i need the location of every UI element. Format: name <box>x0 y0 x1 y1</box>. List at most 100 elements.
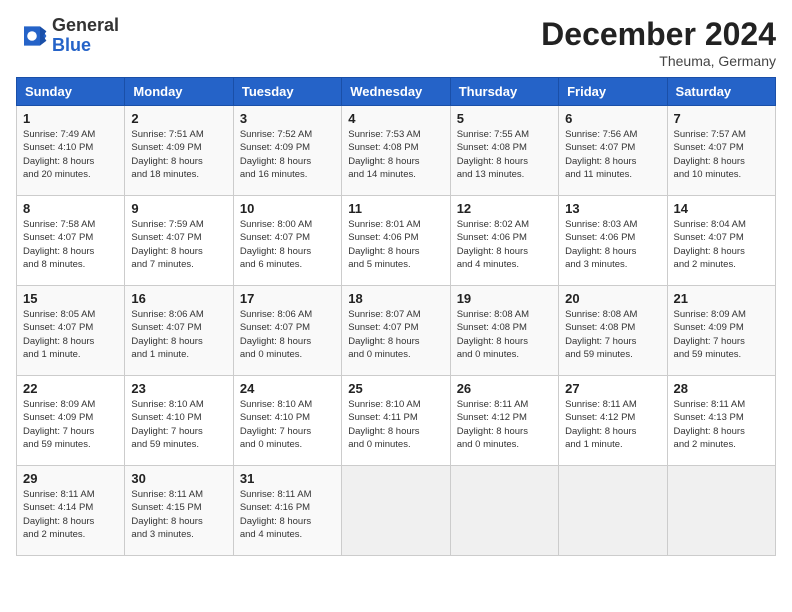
calendar-week-5: 29Sunrise: 8:11 AMSunset: 4:14 PMDayligh… <box>17 466 776 556</box>
day-number: 15 <box>23 291 118 306</box>
calendar-cell: 28 Sunrise: 8:11 AMSunset: 4:13 PMDayligh… <box>667 376 775 466</box>
calendar-week-3: 15 Sunrise: 8:05 AMSunset: 4:07 PMDayligh… <box>17 286 776 376</box>
day-info: Sunrise: 7:56 AMSunset: 4:07 PMDaylight:… <box>565 128 660 181</box>
calendar-cell: 10 Sunrise: 8:00 AMSunset: 4:07 PMDayligh… <box>233 196 341 286</box>
weekday-header-wednesday: Wednesday <box>342 78 450 106</box>
day-info: Sunrise: 8:01 AMSunset: 4:06 PMDaylight:… <box>348 218 443 271</box>
day-number: 13 <box>565 201 660 216</box>
day-info: Sunrise: 8:10 AMSunset: 4:10 PMDaylight:… <box>240 398 335 451</box>
calendar-cell: 18 Sunrise: 8:07 AMSunset: 4:07 PMDayligh… <box>342 286 450 376</box>
day-number: 6 <box>565 111 660 126</box>
calendar-cell: 19 Sunrise: 8:08 AMSunset: 4:08 PMDayligh… <box>450 286 558 376</box>
day-info: Sunrise: 8:10 AMSunset: 4:11 PMDaylight:… <box>348 398 443 451</box>
day-info: Sunrise: 7:57 AMSunset: 4:07 PMDaylight:… <box>674 128 769 181</box>
day-info: Sunrise: 7:52 AMSunset: 4:09 PMDaylight:… <box>240 128 335 181</box>
day-number: 2 <box>131 111 226 126</box>
calendar-cell: 16 Sunrise: 8:06 AMSunset: 4:07 PMDayligh… <box>125 286 233 376</box>
day-number: 9 <box>131 201 226 216</box>
day-info: Sunrise: 8:06 AMSunset: 4:07 PMDaylight:… <box>240 308 335 361</box>
calendar-week-1: 1Sunrise: 7:49 AMSunset: 4:10 PMDaylight… <box>17 106 776 196</box>
calendar-week-2: 8 Sunrise: 7:58 AMSunset: 4:07 PMDaylight… <box>17 196 776 286</box>
calendar-cell: 5Sunrise: 7:55 AMSunset: 4:08 PMDaylight… <box>450 106 558 196</box>
calendar-cell: 12 Sunrise: 8:02 AMSunset: 4:06 PMDayligh… <box>450 196 558 286</box>
day-info: Sunrise: 7:51 AMSunset: 4:09 PMDaylight:… <box>131 128 226 181</box>
day-info: Sunrise: 8:11 AMSunset: 4:13 PMDaylight:… <box>674 398 769 451</box>
title-block: December 2024 Theuma, Germany <box>541 16 776 69</box>
calendar-cell: 27 Sunrise: 8:11 AMSunset: 4:12 PMDayligh… <box>559 376 667 466</box>
day-number: 3 <box>240 111 335 126</box>
day-number: 16 <box>131 291 226 306</box>
weekday-header-sunday: Sunday <box>17 78 125 106</box>
day-number: 11 <box>348 201 443 216</box>
day-number: 1 <box>23 111 118 126</box>
calendar-cell: 1Sunrise: 7:49 AMSunset: 4:10 PMDaylight… <box>17 106 125 196</box>
calendar-cell: 13 Sunrise: 8:03 AMSunset: 4:06 PMDayligh… <box>559 196 667 286</box>
day-number: 28 <box>674 381 769 396</box>
day-info: Sunrise: 7:53 AMSunset: 4:08 PMDaylight:… <box>348 128 443 181</box>
weekday-header-monday: Monday <box>125 78 233 106</box>
logo-general: General <box>52 16 119 36</box>
day-info: Sunrise: 8:09 AMSunset: 4:09 PMDaylight:… <box>23 398 118 451</box>
calendar-cell: 20Sunrise: 8:08 AMSunset: 4:08 PMDayligh… <box>559 286 667 376</box>
calendar-cell <box>559 466 667 556</box>
day-number: 18 <box>348 291 443 306</box>
day-info: Sunrise: 8:03 AMSunset: 4:06 PMDaylight:… <box>565 218 660 271</box>
calendar-cell: 6 Sunrise: 7:56 AMSunset: 4:07 PMDaylight… <box>559 106 667 196</box>
calendar-cell: 14Sunrise: 8:04 AMSunset: 4:07 PMDayligh… <box>667 196 775 286</box>
day-info: Sunrise: 8:06 AMSunset: 4:07 PMDaylight:… <box>131 308 226 361</box>
logo: General Blue <box>16 16 119 56</box>
day-info: Sunrise: 8:11 AMSunset: 4:12 PMDaylight:… <box>457 398 552 451</box>
weekday-header-friday: Friday <box>559 78 667 106</box>
weekday-header-thursday: Thursday <box>450 78 558 106</box>
location: Theuma, Germany <box>541 53 776 69</box>
day-number: 12 <box>457 201 552 216</box>
calendar-cell: 15 Sunrise: 8:05 AMSunset: 4:07 PMDayligh… <box>17 286 125 376</box>
weekday-header-row: SundayMondayTuesdayWednesdayThursdayFrid… <box>17 78 776 106</box>
day-info: Sunrise: 7:58 AMSunset: 4:07 PMDaylight:… <box>23 218 118 271</box>
weekday-header-saturday: Saturday <box>667 78 775 106</box>
calendar-cell: 31Sunrise: 8:11 AMSunset: 4:16 PMDayligh… <box>233 466 341 556</box>
day-number: 19 <box>457 291 552 306</box>
calendar-cell: 22Sunrise: 8:09 AMSunset: 4:09 PMDayligh… <box>17 376 125 466</box>
calendar-cell: 8 Sunrise: 7:58 AMSunset: 4:07 PMDaylight… <box>17 196 125 286</box>
logo-text: General Blue <box>52 16 119 56</box>
day-number: 10 <box>240 201 335 216</box>
logo-icon <box>16 20 48 52</box>
day-number: 30 <box>131 471 226 486</box>
day-number: 21 <box>674 291 769 306</box>
calendar-cell: 2 Sunrise: 7:51 AMSunset: 4:09 PMDaylight… <box>125 106 233 196</box>
day-info: Sunrise: 8:08 AMSunset: 4:08 PMDaylight:… <box>457 308 552 361</box>
calendar-cell: 3 Sunrise: 7:52 AMSunset: 4:09 PMDaylight… <box>233 106 341 196</box>
calendar-cell: 17 Sunrise: 8:06 AMSunset: 4:07 PMDayligh… <box>233 286 341 376</box>
day-info: Sunrise: 8:09 AMSunset: 4:09 PMDaylight:… <box>674 308 769 361</box>
day-info: Sunrise: 8:11 AMSunset: 4:12 PMDaylight:… <box>565 398 660 451</box>
day-number: 25 <box>348 381 443 396</box>
day-number: 27 <box>565 381 660 396</box>
day-number: 26 <box>457 381 552 396</box>
calendar-cell: 30 Sunrise: 8:11 AMSunset: 4:15 PMDayligh… <box>125 466 233 556</box>
calendar-cell: 29Sunrise: 8:11 AMSunset: 4:14 PMDayligh… <box>17 466 125 556</box>
day-number: 14 <box>674 201 769 216</box>
calendar-cell: 26 Sunrise: 8:11 AMSunset: 4:12 PMDayligh… <box>450 376 558 466</box>
calendar-cell <box>450 466 558 556</box>
calendar-cell: 9Sunrise: 7:59 AMSunset: 4:07 PMDaylight… <box>125 196 233 286</box>
day-number: 8 <box>23 201 118 216</box>
calendar-cell: 25 Sunrise: 8:10 AMSunset: 4:11 PMDayligh… <box>342 376 450 466</box>
day-info: Sunrise: 8:11 AMSunset: 4:16 PMDaylight:… <box>240 488 335 541</box>
day-number: 17 <box>240 291 335 306</box>
day-info: Sunrise: 8:05 AMSunset: 4:07 PMDaylight:… <box>23 308 118 361</box>
day-number: 29 <box>23 471 118 486</box>
day-info: Sunrise: 8:02 AMSunset: 4:06 PMDaylight:… <box>457 218 552 271</box>
calendar-cell: 4 Sunrise: 7:53 AMSunset: 4:08 PMDaylight… <box>342 106 450 196</box>
day-info: Sunrise: 8:10 AMSunset: 4:10 PMDaylight:… <box>131 398 226 451</box>
day-number: 4 <box>348 111 443 126</box>
day-info: Sunrise: 8:07 AMSunset: 4:07 PMDaylight:… <box>348 308 443 361</box>
day-info: Sunrise: 8:11 AMSunset: 4:15 PMDaylight:… <box>131 488 226 541</box>
day-number: 23 <box>131 381 226 396</box>
logo-blue: Blue <box>52 36 119 56</box>
month-title: December 2024 <box>541 16 776 53</box>
calendar-cell: 21 Sunrise: 8:09 AMSunset: 4:09 PMDayligh… <box>667 286 775 376</box>
day-info: Sunrise: 8:00 AMSunset: 4:07 PMDaylight:… <box>240 218 335 271</box>
calendar-cell: 11 Sunrise: 8:01 AMSunset: 4:06 PMDayligh… <box>342 196 450 286</box>
page-header: General Blue December 2024 Theuma, Germa… <box>16 16 776 69</box>
